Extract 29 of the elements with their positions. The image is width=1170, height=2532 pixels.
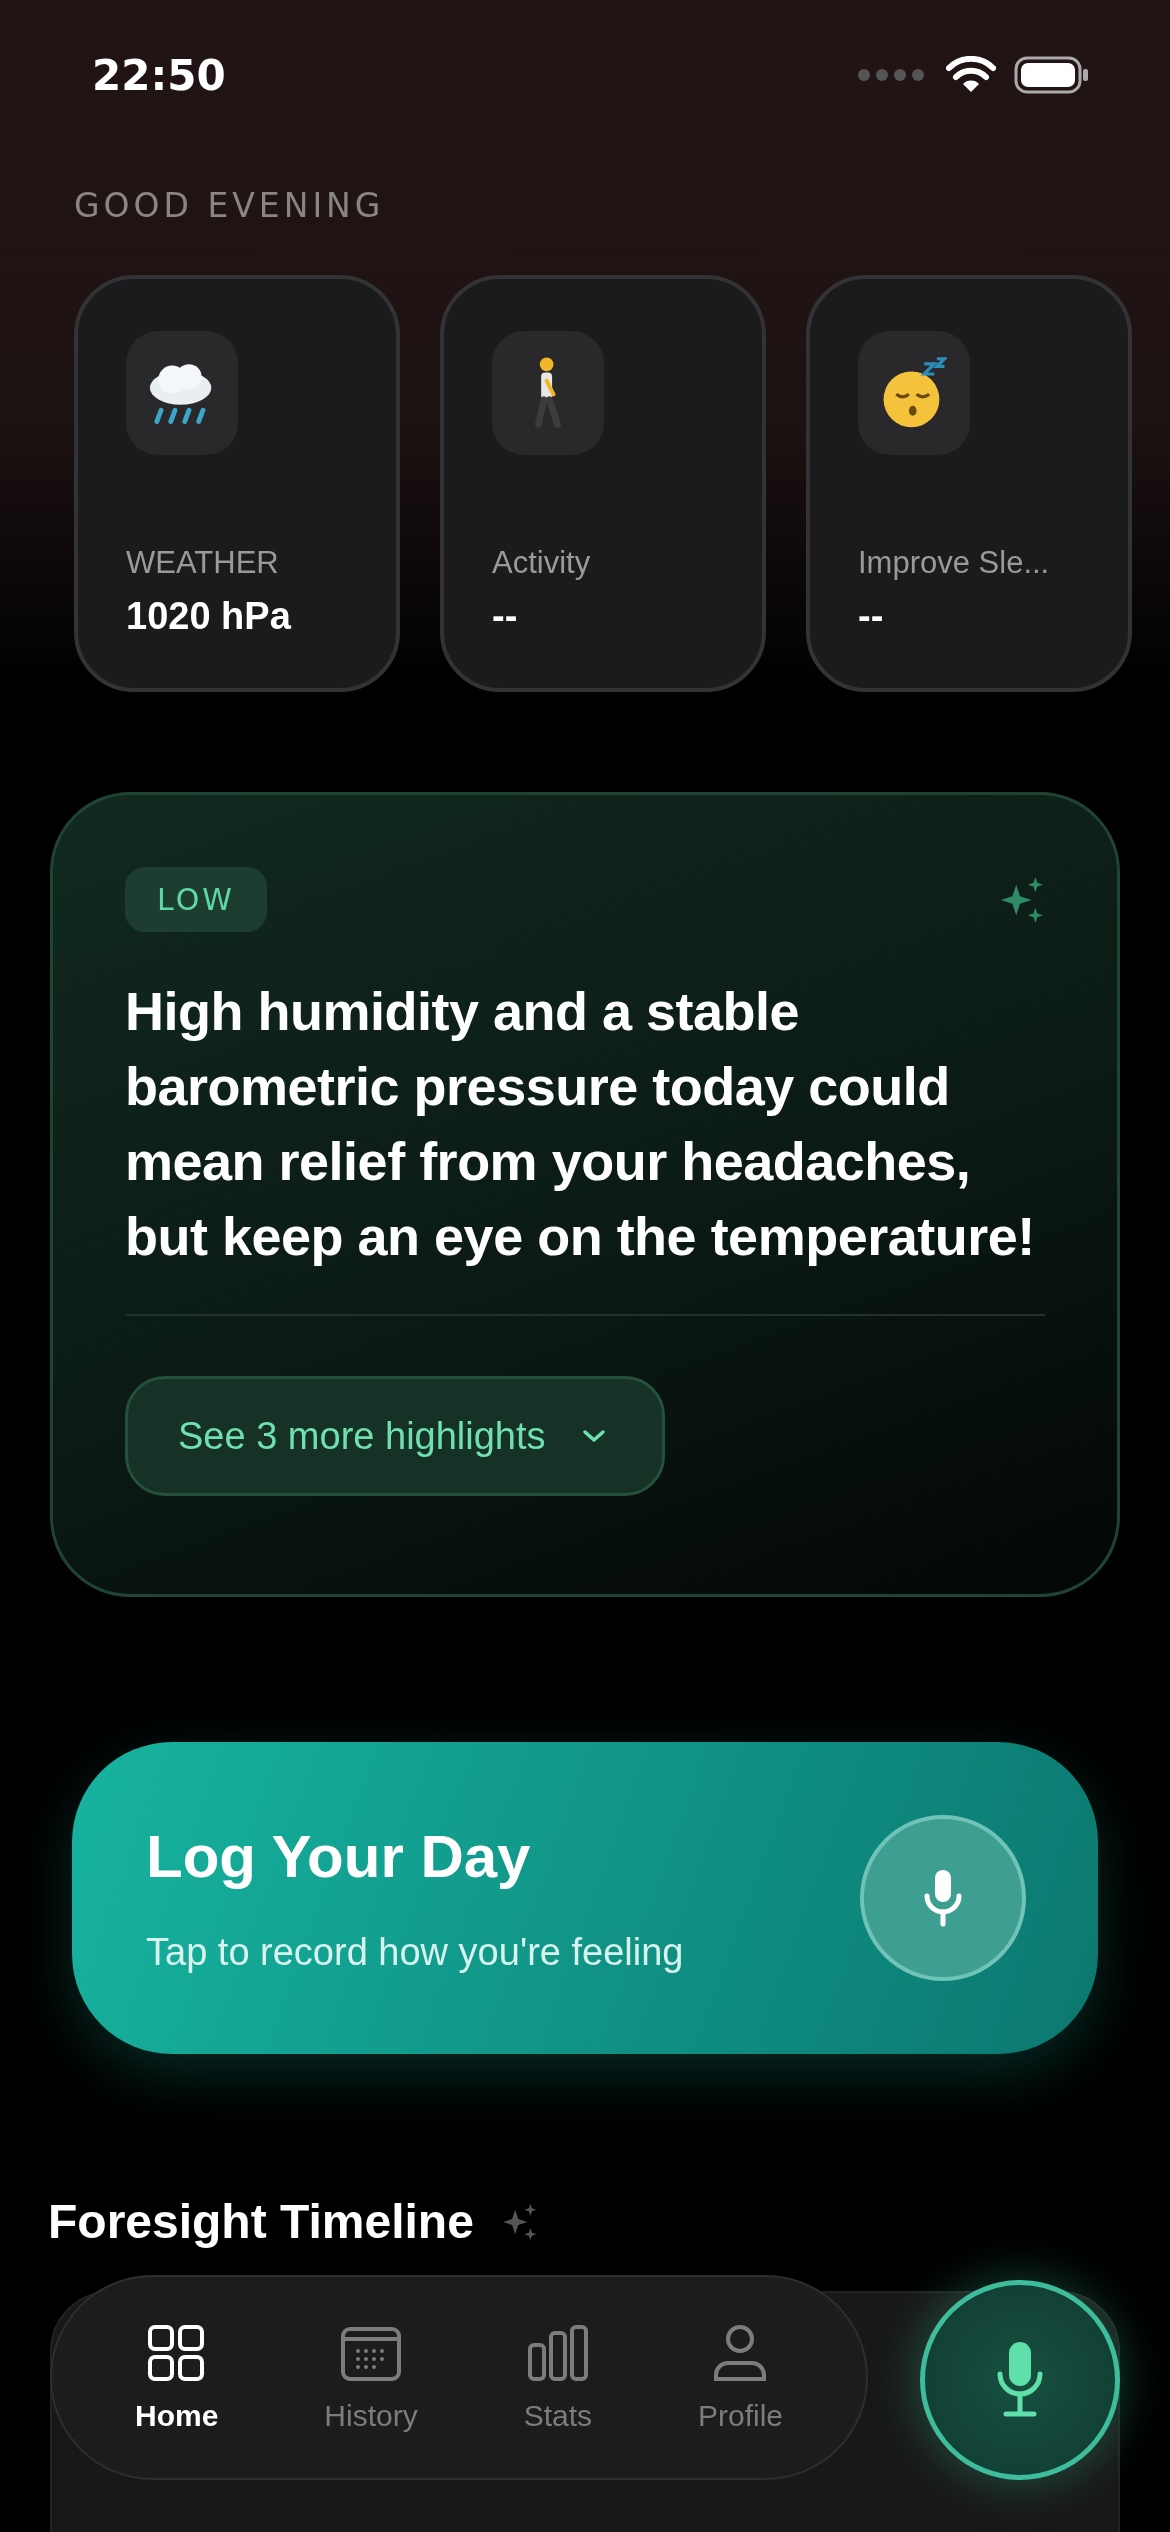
highlights-button[interactable]: See 3 more highlights	[125, 1376, 665, 1496]
wifi-icon	[946, 56, 996, 94]
section-title: Foresight Timeline	[48, 2194, 474, 2249]
battery-icon	[1014, 56, 1090, 94]
metric-card[interactable]: WEATHER 1020 hPa	[74, 275, 400, 692]
risk-badge: LOW	[125, 867, 267, 932]
chevron-down-icon	[581, 1429, 606, 1443]
sleeping-face-icon	[881, 356, 947, 430]
greeting-heading: GOOD EVENING	[73, 186, 386, 225]
metric-card[interactable]: Improve Sle... --	[806, 275, 1132, 692]
tab[interactable]: Stats	[513, 2316, 602, 2439]
log-title: Log Your Day	[146, 1822, 532, 1891]
card-label: WEATHER	[126, 545, 280, 581]
card-label: Activity	[492, 545, 592, 581]
insight-text: High humidity and a stable barometric pressure today could mean relief from your headaches, but keep an eye on the temperature!	[125, 980, 1036, 1268]
tab[interactable]: Home	[125, 2316, 229, 2439]
tab[interactable]: Profile	[687, 2316, 793, 2439]
walking-person-icon	[533, 356, 563, 430]
card-label: Improve Sle...	[858, 545, 1051, 581]
card-value: --	[858, 595, 885, 638]
tab[interactable]: History	[314, 2316, 428, 2439]
microphone-icon	[995, 2340, 1045, 2420]
microphone-icon	[923, 1868, 963, 1928]
bar-chart-icon	[526, 2322, 589, 2383]
metric-card[interactable]: Activity --	[440, 275, 766, 692]
card-value: --	[492, 595, 519, 638]
status-time: 22:50	[92, 50, 226, 100]
log-subtitle: Tap to record how you're feeling	[146, 1931, 684, 1974]
card-value: 1020 hPa	[126, 595, 292, 638]
